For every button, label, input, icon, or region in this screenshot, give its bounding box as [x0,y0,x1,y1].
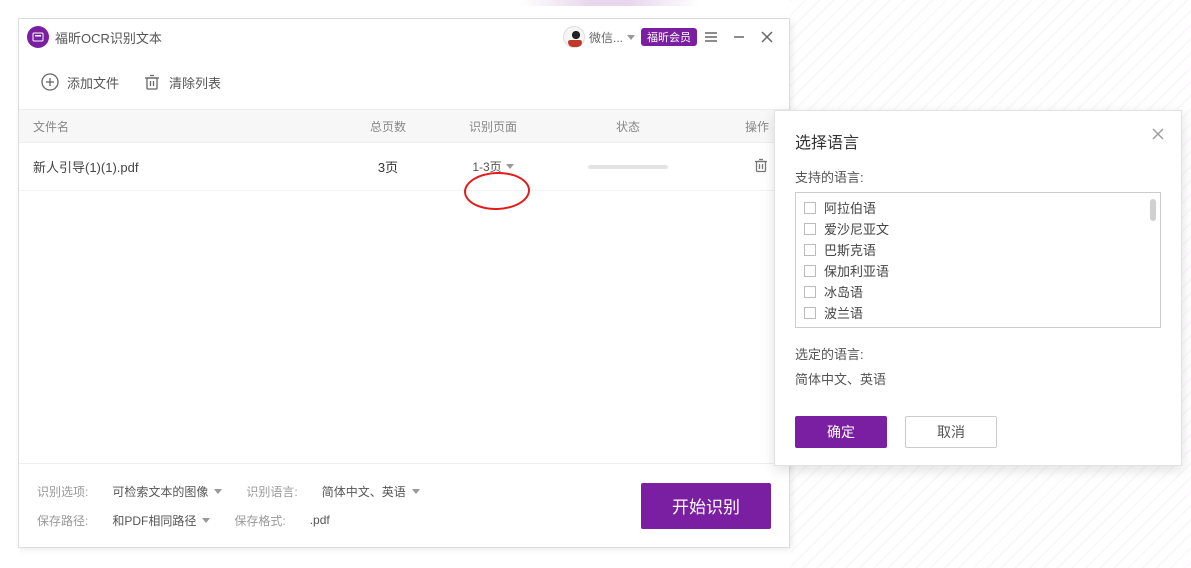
cancel-button[interactable]: 取消 [905,416,997,448]
user-label[interactable]: 微信... [589,29,623,46]
window-title: 福昕OCR识别文本 [55,28,162,47]
progress-bar [588,165,668,169]
chevron-down-icon[interactable] [627,35,635,40]
toolbar: 添加文件 清除列表 [19,55,789,109]
checkbox[interactable] [804,202,816,214]
cell-operate [703,157,775,176]
save-format-value: .pdf [310,513,330,527]
popup-close-button[interactable] [1149,125,1167,143]
chevron-down-icon [506,164,514,169]
popup-title: 选择语言 [795,129,1161,153]
cell-total-pages: 3页 [343,157,433,176]
checkbox[interactable] [804,223,816,235]
avatar[interactable] [563,26,585,48]
col-operate: 操作 [703,118,775,135]
selected-languages-label: 选定的语言: [795,344,1161,363]
clear-list-button[interactable]: 清除列表 [143,73,221,92]
language-popup: 选择语言 支持的语言: 阿拉伯语 爱沙尼亚文 巴斯克语 保加利亚语 冰岛语 波兰… [774,110,1182,466]
page-range-dropdown[interactable]: 1-3页 [462,154,523,179]
background-accent [520,0,700,6]
language-item[interactable]: 波兰语 [796,302,1160,323]
save-format-label: 保存格式: [234,512,285,529]
page-range-value: 1-3页 [472,158,501,175]
language-item[interactable]: 爱沙尼亚文 [796,218,1160,239]
checkbox[interactable] [804,307,816,319]
main-window: 福昕OCR识别文本 微信... 福昕会员 添加文件 清除列表 文件名 总页数 识… [18,18,790,548]
selected-languages-value: 简体中文、英语 [795,369,1161,388]
titlebar: 福昕OCR识别文本 微信... 福昕会员 [19,19,789,55]
hamburger-icon[interactable] [697,19,725,55]
delete-row-button[interactable] [753,161,769,176]
recognize-option-dropdown[interactable]: 可检索文本的图像 [112,483,222,500]
language-dropdown[interactable]: 简体中文、英语 [322,483,420,500]
chevron-down-icon [412,489,420,494]
col-recognize-pages: 识别页面 [433,118,553,135]
cell-filename: 新人引导(1)(1).pdf [33,157,343,176]
col-total-pages: 总页数 [343,118,433,135]
checkbox[interactable] [804,244,816,256]
cell-status [553,165,703,169]
clear-list-label: 清除列表 [169,73,221,92]
footer: 识别选项: 可检索文本的图像 识别语言: 简体中文、英语 保存路径: 和PDF相… [19,463,789,547]
col-status: 状态 [553,118,703,135]
language-item[interactable]: 丹麦语 [796,323,1160,328]
table-header: 文件名 总页数 识别页面 状态 操作 [19,109,789,143]
col-filename: 文件名 [33,118,343,135]
language-list[interactable]: 阿拉伯语 爱沙尼亚文 巴斯克语 保加利亚语 冰岛语 波兰语 丹麦语 [795,192,1161,328]
chevron-down-icon [214,489,222,494]
close-button[interactable] [753,19,781,55]
ok-button[interactable]: 确定 [795,416,887,448]
checkbox[interactable] [804,328,816,329]
save-path-label: 保存路径: [37,512,88,529]
language-item[interactable]: 巴斯克语 [796,239,1160,260]
checkbox[interactable] [804,265,816,277]
start-recognize-button[interactable]: 开始识别 [641,483,771,529]
cell-page-range: 1-3页 [433,154,553,179]
add-file-button[interactable]: 添加文件 [41,73,119,92]
recognize-option-label: 识别选项: [37,483,88,500]
add-file-label: 添加文件 [67,73,119,92]
member-badge: 福昕会员 [641,28,697,46]
chevron-down-icon [202,518,210,523]
language-item[interactable]: 冰岛语 [796,281,1160,302]
minimize-button[interactable] [725,19,753,55]
table-row: 新人引导(1)(1).pdf 3页 1-3页 [19,143,789,191]
language-item[interactable]: 阿拉伯语 [796,197,1160,218]
language-label: 识别语言: [246,483,297,500]
save-path-dropdown[interactable]: 和PDF相同路径 [112,512,210,529]
language-item[interactable]: 保加利亚语 [796,260,1160,281]
checkbox[interactable] [804,286,816,298]
app-icon [27,26,49,48]
supported-languages-label: 支持的语言: [795,167,1161,186]
